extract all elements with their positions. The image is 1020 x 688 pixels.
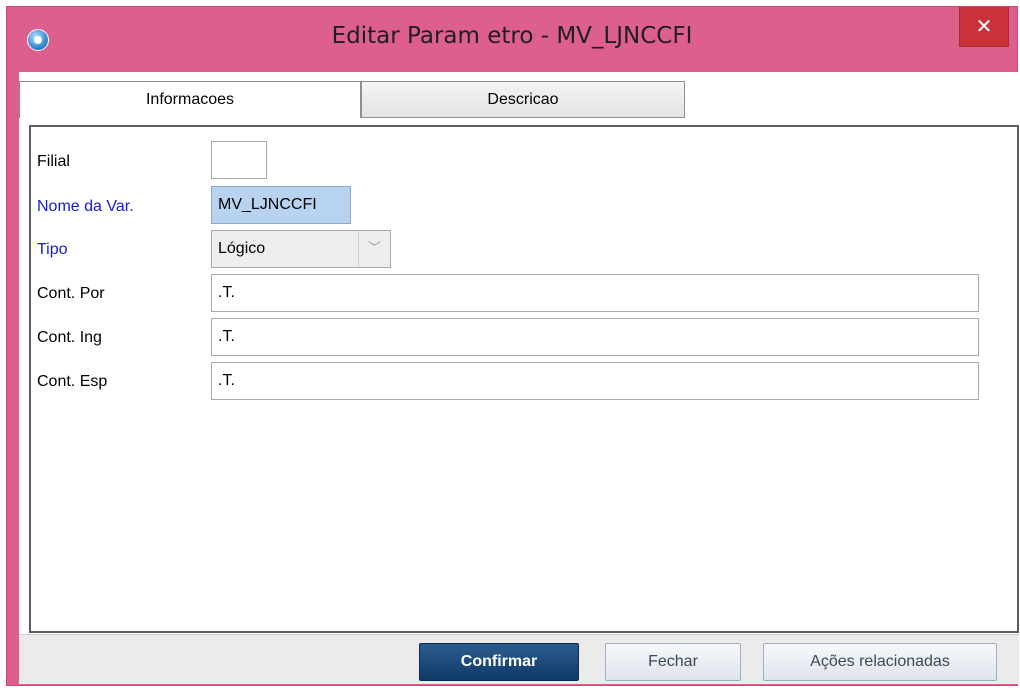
cont-por-field[interactable]: .T. <box>211 274 979 312</box>
dialog-client: Informacoes Descricao Filial Nome da Var… <box>19 72 1019 684</box>
acoes-relacionadas-button[interactable]: Ações relacionadas <box>763 643 997 681</box>
tab-strip: Informacoes Descricao <box>19 72 1019 124</box>
filial-field[interactable] <box>211 141 267 179</box>
close-icon: ✕ <box>975 14 993 38</box>
window-title: Editar Param etro - MV_LJNCCFI <box>331 23 693 49</box>
cont-ing-label: Cont. Ing <box>37 329 102 346</box>
tab-informacoes-label: Informacoes <box>145 91 235 108</box>
nome-var-label: Nome da Var. <box>37 198 134 215</box>
cont-esp-value: .T. <box>218 372 235 389</box>
tab-descricao[interactable]: Descricao <box>361 81 685 118</box>
confirmar-button[interactable]: Confirmar <box>419 643 579 681</box>
cont-por-label: Cont. Por <box>37 285 105 302</box>
title-bar[interactable]: Editar Param etro - MV_LJNCCFI ✕ <box>7 7 1017 67</box>
button-bar: Confirmar Fechar Ações relacionadas <box>19 634 1019 684</box>
cont-esp-label: Cont. Esp <box>37 373 108 390</box>
tipo-label: Tipo <box>37 241 68 258</box>
cont-ing-field[interactable]: .T. <box>211 318 979 356</box>
informacoes-panel: Filial Nome da Var. MV_LJNCCFI Tipo Lógi… <box>29 125 1019 633</box>
close-button[interactable]: ✕ <box>959 7 1009 47</box>
chevron-down-icon[interactable]: ﹀ <box>358 231 390 267</box>
nome-var-value: MV_LJNCCFI <box>218 196 317 213</box>
tipo-value: Lógico <box>218 240 266 257</box>
dialog-window: Editar Param etro - MV_LJNCCFI ✕ Informa… <box>6 6 1019 686</box>
nome-var-field[interactable]: MV_LJNCCFI <box>211 186 351 224</box>
fechar-button[interactable]: Fechar <box>605 643 741 681</box>
tipo-select[interactable]: Lógico ﹀ <box>211 230 391 268</box>
cont-esp-field[interactable]: .T. <box>211 362 979 400</box>
tab-descricao-label: Descricao <box>487 91 559 108</box>
tab-informacoes[interactable]: Informacoes <box>19 81 361 118</box>
filial-label: Filial <box>37 153 70 170</box>
cont-ing-value: .T. <box>218 328 235 345</box>
cont-por-value: .T. <box>218 284 235 301</box>
